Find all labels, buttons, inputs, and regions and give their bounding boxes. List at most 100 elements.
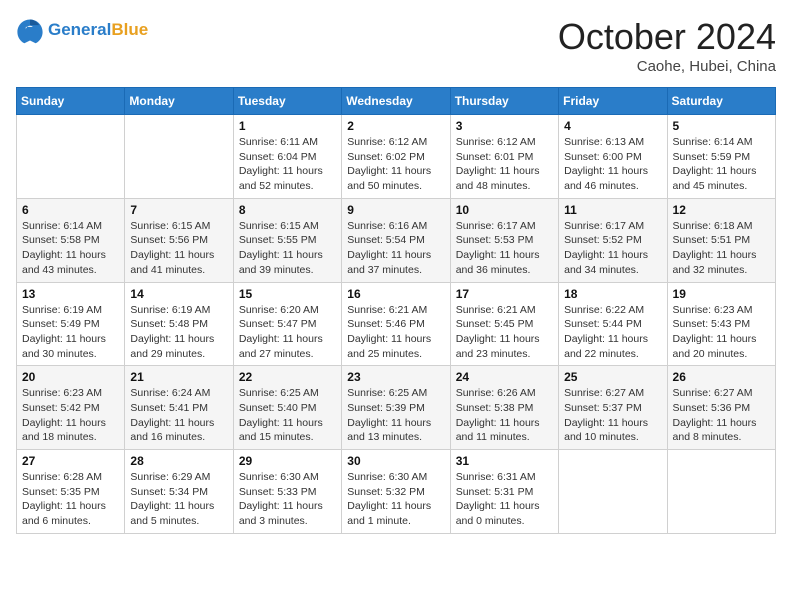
day-number: 21 (130, 370, 227, 384)
calendar-cell: 10Sunrise: 6:17 AMSunset: 5:53 PMDayligh… (450, 198, 558, 282)
calendar-week-row: 13Sunrise: 6:19 AMSunset: 5:49 PMDayligh… (17, 282, 776, 366)
day-number: 24 (456, 370, 553, 384)
weekday-header-cell: Sunday (17, 88, 125, 115)
day-info: Sunrise: 6:21 AMSunset: 5:45 PMDaylight:… (456, 303, 553, 362)
day-number: 6 (22, 203, 119, 217)
day-info: Sunrise: 6:11 AMSunset: 6:04 PMDaylight:… (239, 135, 336, 194)
calendar-cell: 18Sunrise: 6:22 AMSunset: 5:44 PMDayligh… (559, 282, 667, 366)
day-info: Sunrise: 6:23 AMSunset: 5:43 PMDaylight:… (673, 303, 770, 362)
logo-text: GeneralBlue (48, 20, 148, 40)
weekday-header-cell: Wednesday (342, 88, 450, 115)
calendar-cell (559, 450, 667, 534)
day-number: 23 (347, 370, 444, 384)
day-info: Sunrise: 6:17 AMSunset: 5:52 PMDaylight:… (564, 219, 661, 278)
weekday-header-cell: Friday (559, 88, 667, 115)
calendar-cell: 16 Sunrise: 6:21 AMSunset: 5:46 PMDayligh… (342, 282, 450, 366)
day-info: Sunrise: 6:26 AMSunset: 5:38 PMDaylight:… (456, 386, 553, 445)
day-number: 26 (673, 370, 770, 384)
calendar-cell: 22Sunrise: 6:25 AMSunset: 5:40 PMDayligh… (233, 366, 341, 450)
calendar-week-row: 27Sunrise: 6:28 AMSunset: 5:35 PMDayligh… (17, 450, 776, 534)
day-number: 12 (673, 203, 770, 217)
day-info: Sunrise: 6:20 AMSunset: 5:47 PMDaylight:… (239, 303, 336, 362)
calendar-cell: 25Sunrise: 6:27 AMSunset: 5:37 PMDayligh… (559, 366, 667, 450)
day-number: 1 (239, 119, 336, 133)
day-number: 19 (673, 287, 770, 301)
day-info: Sunrise: 6:29 AMSunset: 5:34 PMDaylight:… (130, 470, 227, 529)
day-number: 15 (239, 287, 336, 301)
day-number: 10 (456, 203, 553, 217)
day-number: 17 (456, 287, 553, 301)
day-info: Sunrise: 6:28 AMSunset: 5:35 PMDaylight:… (22, 470, 119, 529)
day-info: Sunrise: 6:18 AMSunset: 5:51 PMDaylight:… (673, 219, 770, 278)
calendar-cell: 3 Sunrise: 6:12 AMSunset: 6:01 PMDaylight… (450, 115, 558, 199)
calendar-cell: 28 Sunrise: 6:29 AMSunset: 5:34 PMDayligh… (125, 450, 233, 534)
weekday-header-cell: Tuesday (233, 88, 341, 115)
calendar-cell: 20Sunrise: 6:23 AMSunset: 5:42 PMDayligh… (17, 366, 125, 450)
day-number: 3 (456, 119, 553, 133)
day-info: Sunrise: 6:24 AMSunset: 5:41 PMDaylight:… (130, 386, 227, 445)
calendar-cell: 1 Sunrise: 6:11 AMSunset: 6:04 PMDaylight… (233, 115, 341, 199)
weekday-header-cell: Saturday (667, 88, 775, 115)
page-header: GeneralBlue October 2024 Caohe, Hubei, C… (16, 16, 776, 75)
day-number: 5 (673, 119, 770, 133)
day-info: Sunrise: 6:21 AMSunset: 5:46 PMDaylight:… (347, 303, 444, 362)
day-number: 14 (130, 287, 227, 301)
calendar-cell (125, 115, 233, 199)
calendar-cell: 24 Sunrise: 6:26 AMSunset: 5:38 PMDayligh… (450, 366, 558, 450)
day-number: 25 (564, 370, 661, 384)
day-number: 16 (347, 287, 444, 301)
day-info: Sunrise: 6:30 AMSunset: 5:33 PMDaylight:… (239, 470, 336, 529)
day-number: 31 (456, 454, 553, 468)
day-info: Sunrise: 6:19 AMSunset: 5:49 PMDaylight:… (22, 303, 119, 362)
title-block: October 2024 Caohe, Hubei, China (558, 16, 776, 75)
day-info: Sunrise: 6:31 AMSunset: 5:31 PMDaylight:… (456, 470, 553, 529)
calendar-table: SundayMondayTuesdayWednesdayThursdayFrid… (16, 87, 776, 534)
location: Caohe, Hubei, China (558, 58, 776, 75)
day-info: Sunrise: 6:16 AMSunset: 5:54 PMDaylight:… (347, 219, 444, 278)
logo-blue: Blue (111, 20, 148, 39)
calendar-cell: 26Sunrise: 6:27 AMSunset: 5:36 PMDayligh… (667, 366, 775, 450)
day-info: Sunrise: 6:22 AMSunset: 5:44 PMDaylight:… (564, 303, 661, 362)
calendar-cell: 21 Sunrise: 6:24 AMSunset: 5:41 PMDayligh… (125, 366, 233, 450)
calendar-cell: 5Sunrise: 6:14 AMSunset: 5:59 PMDaylight… (667, 115, 775, 199)
calendar-cell: 14Sunrise: 6:19 AMSunset: 5:48 PMDayligh… (125, 282, 233, 366)
calendar-cell: 17 Sunrise: 6:21 AMSunset: 5:45 PMDayligh… (450, 282, 558, 366)
logo: GeneralBlue (16, 16, 148, 44)
calendar-cell: 19 Sunrise: 6:23 AMSunset: 5:43 PMDayligh… (667, 282, 775, 366)
day-number: 20 (22, 370, 119, 384)
calendar-cell: 2 Sunrise: 6:12 AMSunset: 6:02 PMDaylight… (342, 115, 450, 199)
day-number: 7 (130, 203, 227, 217)
day-number: 4 (564, 119, 661, 133)
calendar-cell: 13Sunrise: 6:19 AMSunset: 5:49 PMDayligh… (17, 282, 125, 366)
weekday-header-cell: Monday (125, 88, 233, 115)
calendar-cell: 9 Sunrise: 6:16 AMSunset: 5:54 PMDaylight… (342, 198, 450, 282)
weekday-header-cell: Thursday (450, 88, 558, 115)
day-number: 11 (564, 203, 661, 217)
calendar-cell (17, 115, 125, 199)
calendar-cell: 29 Sunrise: 6:30 AMSunset: 5:33 PMDayligh… (233, 450, 341, 534)
day-info: Sunrise: 6:13 AMSunset: 6:00 PMDaylight:… (564, 135, 661, 194)
day-number: 8 (239, 203, 336, 217)
calendar-cell: 15 Sunrise: 6:20 AMSunset: 5:47 PMDayligh… (233, 282, 341, 366)
calendar-cell: 23 Sunrise: 6:25 AMSunset: 5:39 PMDayligh… (342, 366, 450, 450)
day-info: Sunrise: 6:12 AMSunset: 6:02 PMDaylight:… (347, 135, 444, 194)
calendar-week-row: 20Sunrise: 6:23 AMSunset: 5:42 PMDayligh… (17, 366, 776, 450)
day-info: Sunrise: 6:15 AMSunset: 5:56 PMDaylight:… (130, 219, 227, 278)
calendar-cell (667, 450, 775, 534)
day-info: Sunrise: 6:30 AMSunset: 5:32 PMDaylight:… (347, 470, 444, 529)
day-number: 28 (130, 454, 227, 468)
calendar-week-row: 1 Sunrise: 6:11 AMSunset: 6:04 PMDaylight… (17, 115, 776, 199)
calendar-cell: 6 Sunrise: 6:14 AMSunset: 5:58 PMDaylight… (17, 198, 125, 282)
day-number: 29 (239, 454, 336, 468)
calendar-cell: 31 Sunrise: 6:31 AMSunset: 5:31 PMDayligh… (450, 450, 558, 534)
day-number: 2 (347, 119, 444, 133)
calendar-week-row: 6 Sunrise: 6:14 AMSunset: 5:58 PMDaylight… (17, 198, 776, 282)
day-info: Sunrise: 6:25 AMSunset: 5:39 PMDaylight:… (347, 386, 444, 445)
day-info: Sunrise: 6:14 AMSunset: 5:58 PMDaylight:… (22, 219, 119, 278)
day-number: 9 (347, 203, 444, 217)
calendar-body: 1 Sunrise: 6:11 AMSunset: 6:04 PMDaylight… (17, 115, 776, 534)
day-info: Sunrise: 6:25 AMSunset: 5:40 PMDaylight:… (239, 386, 336, 445)
logo-icon (16, 16, 44, 44)
calendar-cell: 11 Sunrise: 6:17 AMSunset: 5:52 PMDayligh… (559, 198, 667, 282)
day-info: Sunrise: 6:12 AMSunset: 6:01 PMDaylight:… (456, 135, 553, 194)
